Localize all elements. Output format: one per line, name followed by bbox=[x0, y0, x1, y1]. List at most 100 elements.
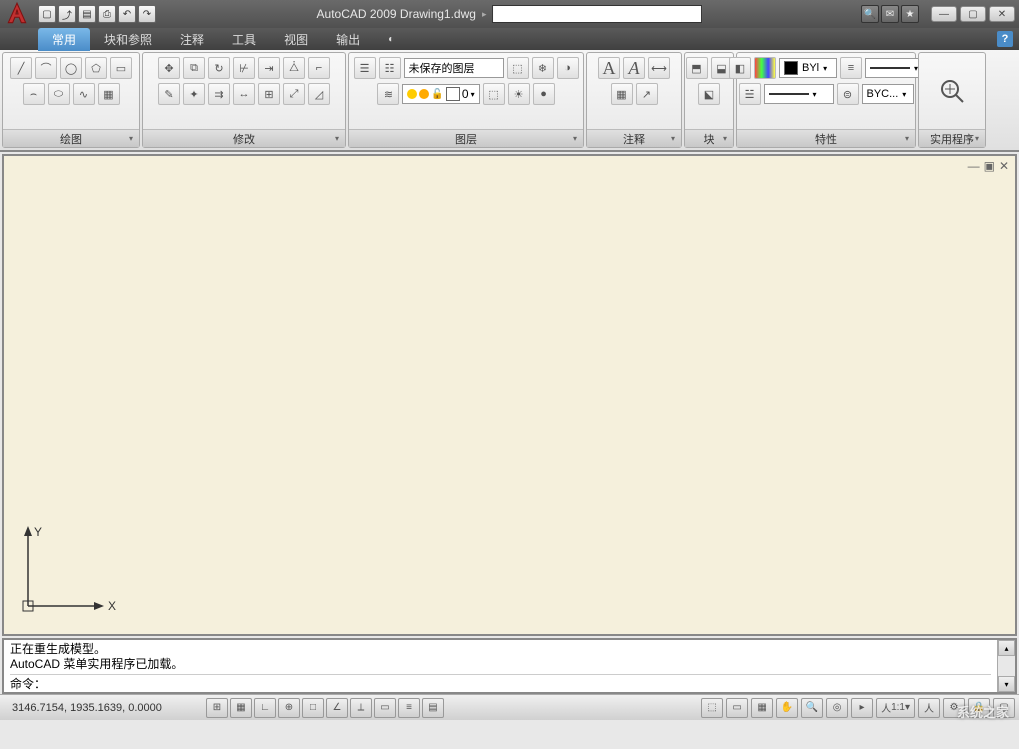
infocenter-search-input[interactable] bbox=[492, 5, 702, 23]
layer-uniso-button[interactable]: ⬚ bbox=[483, 83, 505, 105]
dimension-tool[interactable]: ⟷ bbox=[648, 57, 670, 79]
circle-tool[interactable]: ◯ bbox=[60, 57, 82, 79]
scroll-up-button[interactable]: ▴ bbox=[998, 640, 1015, 656]
viewport-minimize-button[interactable]: — bbox=[968, 159, 980, 173]
linetype-combo[interactable]: ▾ bbox=[764, 84, 834, 104]
layer-state-combo[interactable]: 未保存的图层 bbox=[404, 58, 504, 78]
snap-toggle[interactable]: ⊞ bbox=[206, 698, 228, 718]
maximize-button[interactable]: ▢ bbox=[960, 6, 986, 22]
annotation-visibility-button[interactable]: 人 bbox=[918, 698, 940, 718]
lineweight-combo[interactable]: ▾ bbox=[865, 58, 923, 78]
tab-blocks[interactable]: 块和参照 bbox=[90, 28, 166, 51]
table-tool[interactable]: ▦ bbox=[611, 83, 633, 105]
ellipse-tool[interactable]: ⬭ bbox=[48, 83, 70, 105]
array-tool[interactable]: ⊞ bbox=[258, 83, 280, 105]
command-scrollbar[interactable]: ▴ ▾ bbox=[997, 640, 1015, 692]
help-button[interactable]: ? bbox=[997, 31, 1013, 47]
plotstyle-combo[interactable]: BYC... ▾ bbox=[862, 84, 914, 104]
search-button[interactable]: 🔍 bbox=[861, 5, 879, 23]
viewport-close-button[interactable]: ✕ bbox=[999, 159, 1009, 173]
lwt-toggle[interactable]: ≡ bbox=[398, 698, 420, 718]
coordinates-display[interactable]: 3146.7154, 1935.1639, 0.0000 bbox=[4, 700, 204, 716]
redo-button[interactable]: ↷ bbox=[138, 5, 156, 23]
tab-tools[interactable]: 工具 bbox=[218, 28, 270, 51]
dyn-toggle[interactable]: ▭ bbox=[374, 698, 396, 718]
close-button[interactable]: ✕ bbox=[989, 6, 1015, 22]
qnew-button[interactable]: ▢ bbox=[38, 5, 56, 23]
open-button[interactable]: ⤴ bbox=[58, 5, 76, 23]
grid-toggle[interactable]: ▦ bbox=[230, 698, 252, 718]
layer-off-button[interactable]: ◑ bbox=[557, 57, 579, 79]
ortho-toggle[interactable]: ∟ bbox=[254, 698, 276, 718]
clean-screen-button[interactable]: ▢ bbox=[993, 698, 1015, 718]
layout-button[interactable]: ▭ bbox=[726, 698, 748, 718]
save-button[interactable]: ▤ bbox=[78, 5, 96, 23]
command-window[interactable]: 正在重生成模型。 AutoCAD 菜单实用程序已加载。 命令： ▴ ▾ bbox=[2, 638, 1017, 694]
layer-match-button[interactable]: ≋ bbox=[377, 83, 399, 105]
toolbar-lock-button[interactable]: 🔒 bbox=[968, 698, 990, 718]
erase-tool[interactable]: ✎ bbox=[158, 83, 180, 105]
model-space-button[interactable]: ⬚ bbox=[701, 698, 723, 718]
rectangle-tool[interactable]: ▭ bbox=[110, 57, 132, 79]
layer-freeze-button[interactable]: ❄ bbox=[532, 57, 554, 79]
mirror-tool[interactable]: ⧊ bbox=[283, 57, 305, 79]
layer-on-button[interactable]: ● bbox=[533, 83, 555, 105]
workspace-switching-button[interactable]: ⚙ bbox=[943, 698, 965, 718]
match-properties-button[interactable]: ◧ bbox=[729, 57, 751, 79]
quick-view-button[interactable]: ▦ bbox=[751, 698, 773, 718]
layer-iso-button[interactable]: ⬚ bbox=[507, 57, 529, 79]
text-tool[interactable]: A bbox=[623, 57, 645, 79]
tab-view[interactable]: 视图 bbox=[270, 28, 322, 51]
scroll-track[interactable] bbox=[998, 656, 1015, 676]
plot-style-button[interactable]: ⊜ bbox=[837, 83, 859, 105]
zoom-button[interactable]: 🔍 bbox=[801, 698, 823, 718]
spline-tool[interactable]: ∿ bbox=[73, 83, 95, 105]
offset-tool[interactable]: ⇉ bbox=[208, 83, 230, 105]
panel-annotation-title[interactable]: 注释 bbox=[587, 129, 681, 147]
favorites-button[interactable]: ★ bbox=[901, 5, 919, 23]
tab-annotate[interactable]: 注释 bbox=[166, 28, 218, 51]
showmotion-button[interactable]: ▸ bbox=[851, 698, 873, 718]
steering-wheel-button[interactable]: ◎ bbox=[826, 698, 848, 718]
polar-toggle[interactable]: ⊕ bbox=[278, 698, 300, 718]
command-prompt[interactable]: 命令： bbox=[10, 674, 991, 692]
tab-extra-icon[interactable]: ◐ bbox=[374, 31, 408, 48]
panel-layer-title[interactable]: 图层 bbox=[349, 129, 583, 147]
leader-tool[interactable]: ↗ bbox=[636, 83, 658, 105]
stretch-tool[interactable]: ↔ bbox=[233, 83, 255, 105]
mtext-tool[interactable]: A bbox=[598, 57, 620, 79]
viewport-maximize-button[interactable]: ▣ bbox=[984, 159, 995, 173]
scale-tool[interactable]: ⤢ bbox=[283, 83, 305, 105]
chamfer-tool[interactable]: ◿ bbox=[308, 83, 330, 105]
layer-properties-button[interactable]: ☰ bbox=[354, 57, 376, 79]
otrack-toggle[interactable]: ∠ bbox=[326, 698, 348, 718]
explode-tool[interactable]: ✦ bbox=[183, 83, 205, 105]
fillet-tool[interactable]: ⌐ bbox=[308, 57, 330, 79]
measure-tool[interactable] bbox=[937, 76, 967, 106]
arc-tool[interactable]: ⌢ bbox=[23, 83, 45, 105]
print-button[interactable]: ⎙ bbox=[98, 5, 116, 23]
polyline-tool[interactable]: ⌒ bbox=[35, 57, 57, 79]
rotate-tool[interactable]: ↻ bbox=[208, 57, 230, 79]
panel-modify-title[interactable]: 修改 bbox=[143, 129, 345, 147]
trim-tool[interactable]: ⊬ bbox=[233, 57, 255, 79]
panel-properties-title[interactable]: 特性 bbox=[737, 129, 915, 147]
layer-thaw-button[interactable]: ☀ bbox=[508, 83, 530, 105]
color-combo[interactable]: BYl ▾ bbox=[779, 58, 837, 78]
linetype-button[interactable]: ≡ bbox=[840, 57, 862, 79]
insert-block-button[interactable]: ⬒ bbox=[686, 57, 708, 79]
list-button[interactable]: ☱ bbox=[739, 83, 761, 105]
extend-tool[interactable]: ⇥ bbox=[258, 57, 280, 79]
minimize-button[interactable]: — bbox=[931, 6, 957, 22]
hatch-tool[interactable]: ▦ bbox=[98, 83, 120, 105]
comm-center-button[interactable]: ✉ bbox=[881, 5, 899, 23]
block-editor-button[interactable]: ⬕ bbox=[698, 83, 720, 105]
layer-states-button[interactable]: ☷ bbox=[379, 57, 401, 79]
move-tool[interactable]: ✥ bbox=[158, 57, 180, 79]
qp-toggle[interactable]: ▤ bbox=[422, 698, 444, 718]
scroll-down-button[interactable]: ▾ bbox=[998, 676, 1015, 692]
current-layer-combo[interactable]: 🔓 0 ▾ bbox=[402, 84, 479, 104]
pan-button[interactable]: ✋ bbox=[776, 698, 798, 718]
annotation-scale-button[interactable]: 人 1:1▾ bbox=[876, 698, 915, 718]
tab-home[interactable]: 常用 bbox=[38, 28, 90, 51]
